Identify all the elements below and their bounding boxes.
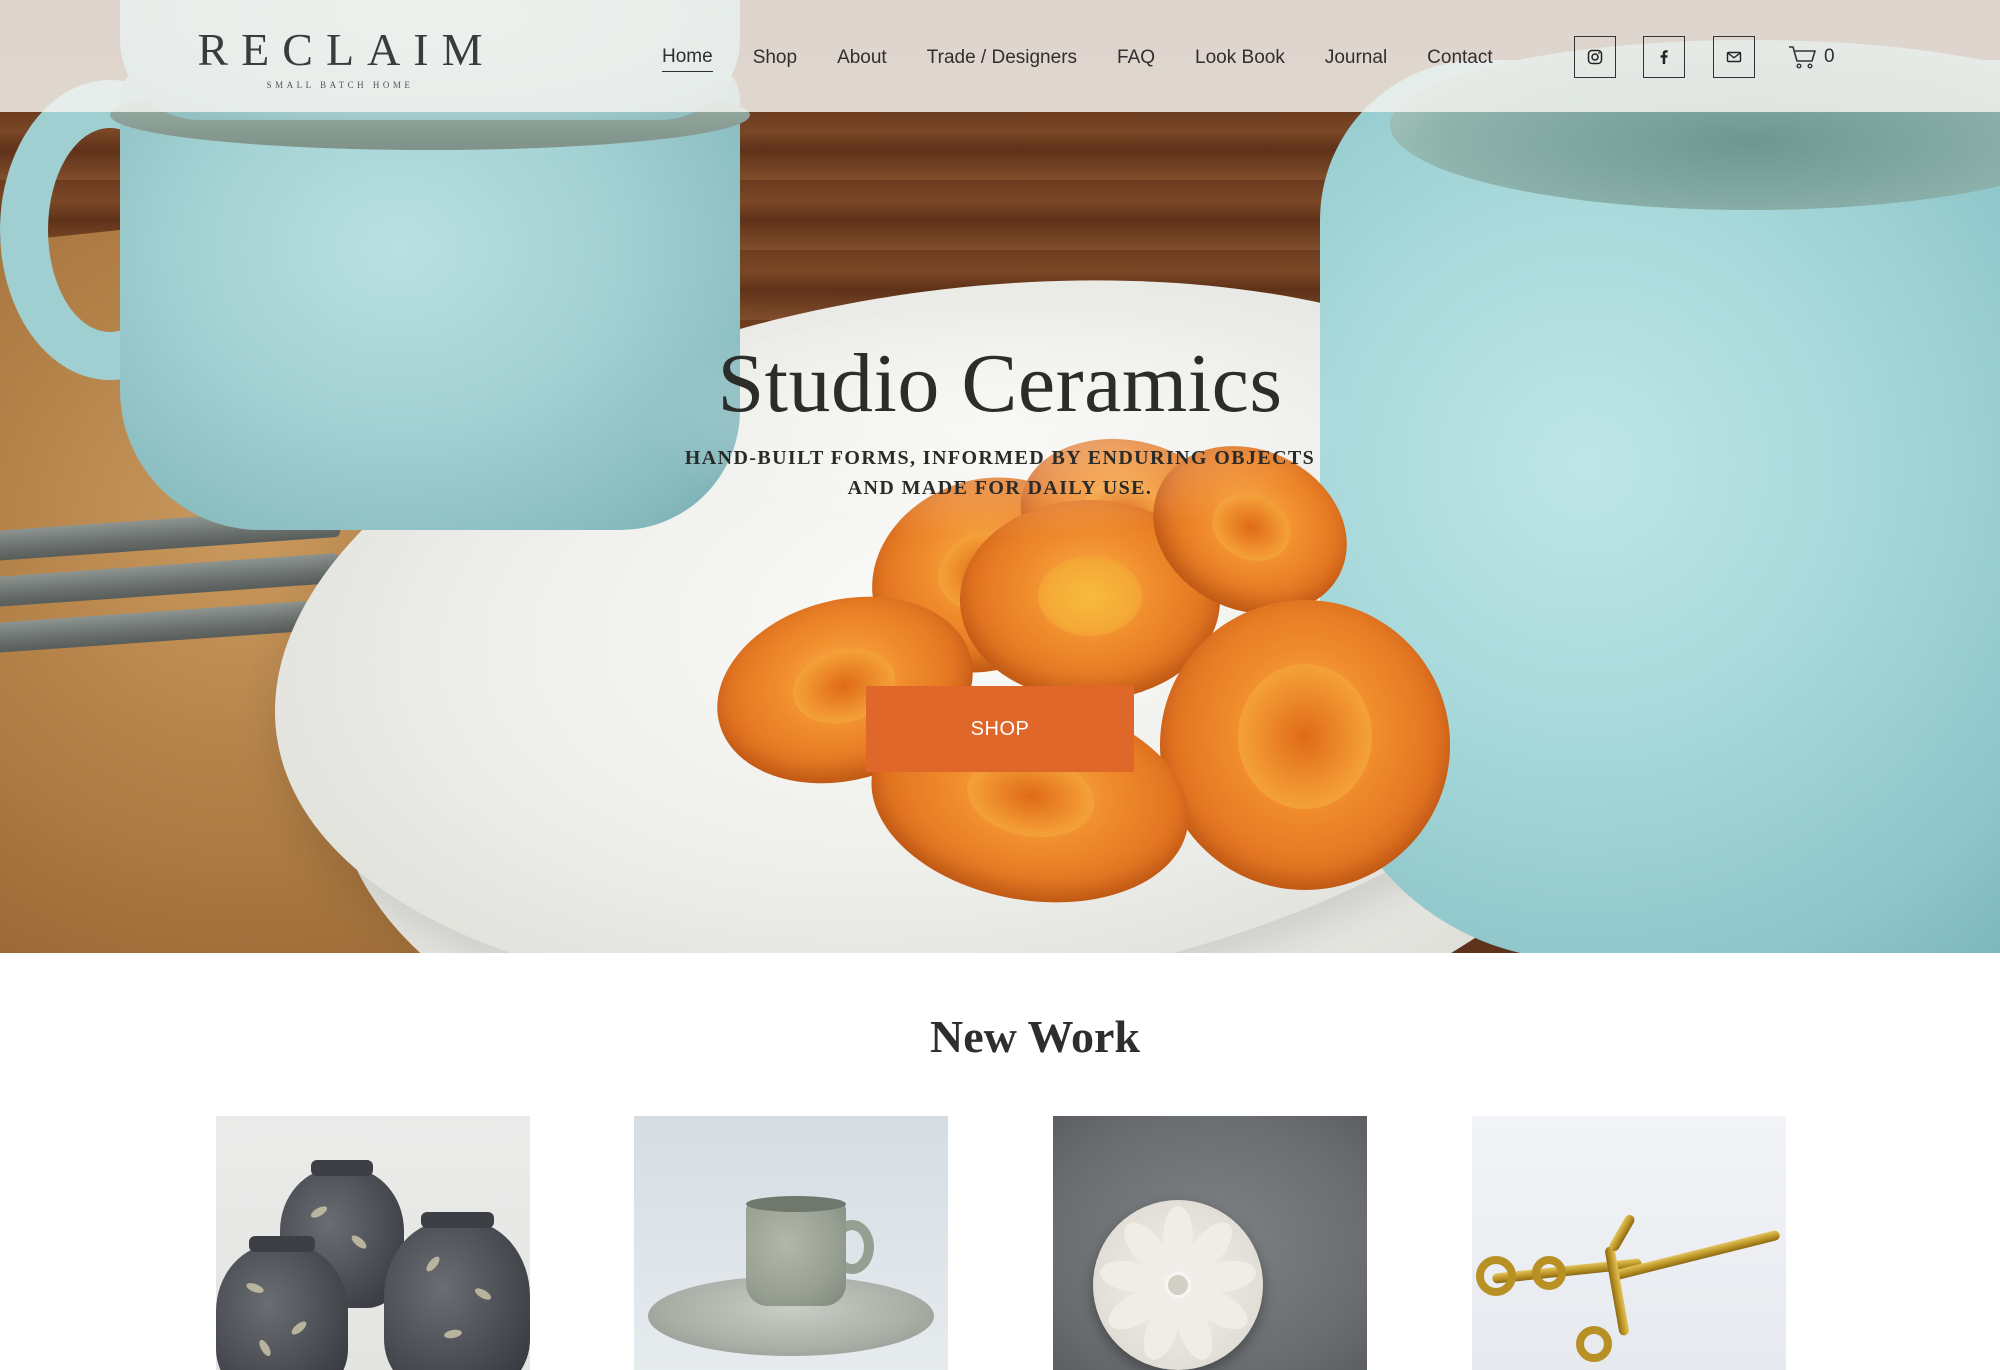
product-image-jar — [216, 1236, 348, 1370]
product-card-brass-snuffer[interactable] — [1472, 1116, 1786, 1370]
nav-trade-designers[interactable]: Trade / Designers — [927, 44, 1077, 72]
nav-faq[interactable]: FAQ — [1117, 44, 1155, 72]
cart-icon — [1789, 46, 1816, 69]
instagram-button[interactable] — [1574, 36, 1616, 78]
product-image-brass-arm — [1607, 1213, 1637, 1253]
main-nav: Home Shop About Trade / Designers FAQ Lo… — [662, 44, 1533, 72]
product-image-brass-ring — [1532, 1256, 1566, 1290]
product-image-brass-blade — [1613, 1229, 1781, 1281]
nav-about[interactable]: About — [837, 44, 887, 72]
hero-subtitle: HAND-BUILT FORMS, INFORMED BY ENDURING O… — [684, 447, 1316, 499]
product-image-cup — [746, 1202, 846, 1306]
site-header: RECLAIM SMALL BATCH HOME Home Shop About… — [0, 0, 2000, 112]
nav-contact[interactable]: Contact — [1427, 44, 1492, 72]
hero-shop-button[interactable]: SHOP — [866, 686, 1134, 772]
product-image-jar — [384, 1212, 530, 1370]
product-card-cup-saucer[interactable] — [634, 1116, 948, 1370]
email-button[interactable] — [1713, 36, 1755, 78]
nav-journal[interactable]: Journal — [1325, 44, 1387, 72]
facebook-button[interactable] — [1643, 36, 1685, 78]
nav-shop[interactable]: Shop — [753, 44, 797, 72]
hero-chopsticks — [0, 506, 341, 720]
product-image-cup-rim — [746, 1196, 846, 1212]
site-logo[interactable]: RECLAIM SMALL BATCH HOME — [182, 24, 498, 90]
hero-banner: Studio Ceramics HAND-BUILT FORMS, INFORM… — [0, 0, 2000, 953]
nav-look-book[interactable]: Look Book — [1195, 44, 1285, 72]
logo-wordmark: RECLAIM — [197, 24, 496, 75]
product-image-rosette — [1093, 1200, 1263, 1370]
product-card-rosette[interactable] — [1053, 1116, 1367, 1370]
logo-tagline: SMALL BATCH HOME — [266, 80, 414, 90]
email-icon — [1726, 51, 1742, 63]
hero-title: Studio Ceramics — [717, 337, 1283, 430]
instagram-icon — [1587, 49, 1603, 65]
product-card-jars[interactable] — [216, 1116, 530, 1370]
apricot — [1160, 600, 1450, 890]
facebook-icon — [1660, 50, 1668, 64]
cart-count: 0 — [1824, 46, 1835, 67]
new-work-heading: New Work — [930, 1011, 1140, 1062]
cart-button[interactable]: 0 — [1788, 43, 1835, 71]
product-image-brass-ring — [1576, 1326, 1612, 1362]
product-image-brass-ring — [1476, 1256, 1516, 1296]
nav-home[interactable]: Home — [662, 44, 713, 72]
